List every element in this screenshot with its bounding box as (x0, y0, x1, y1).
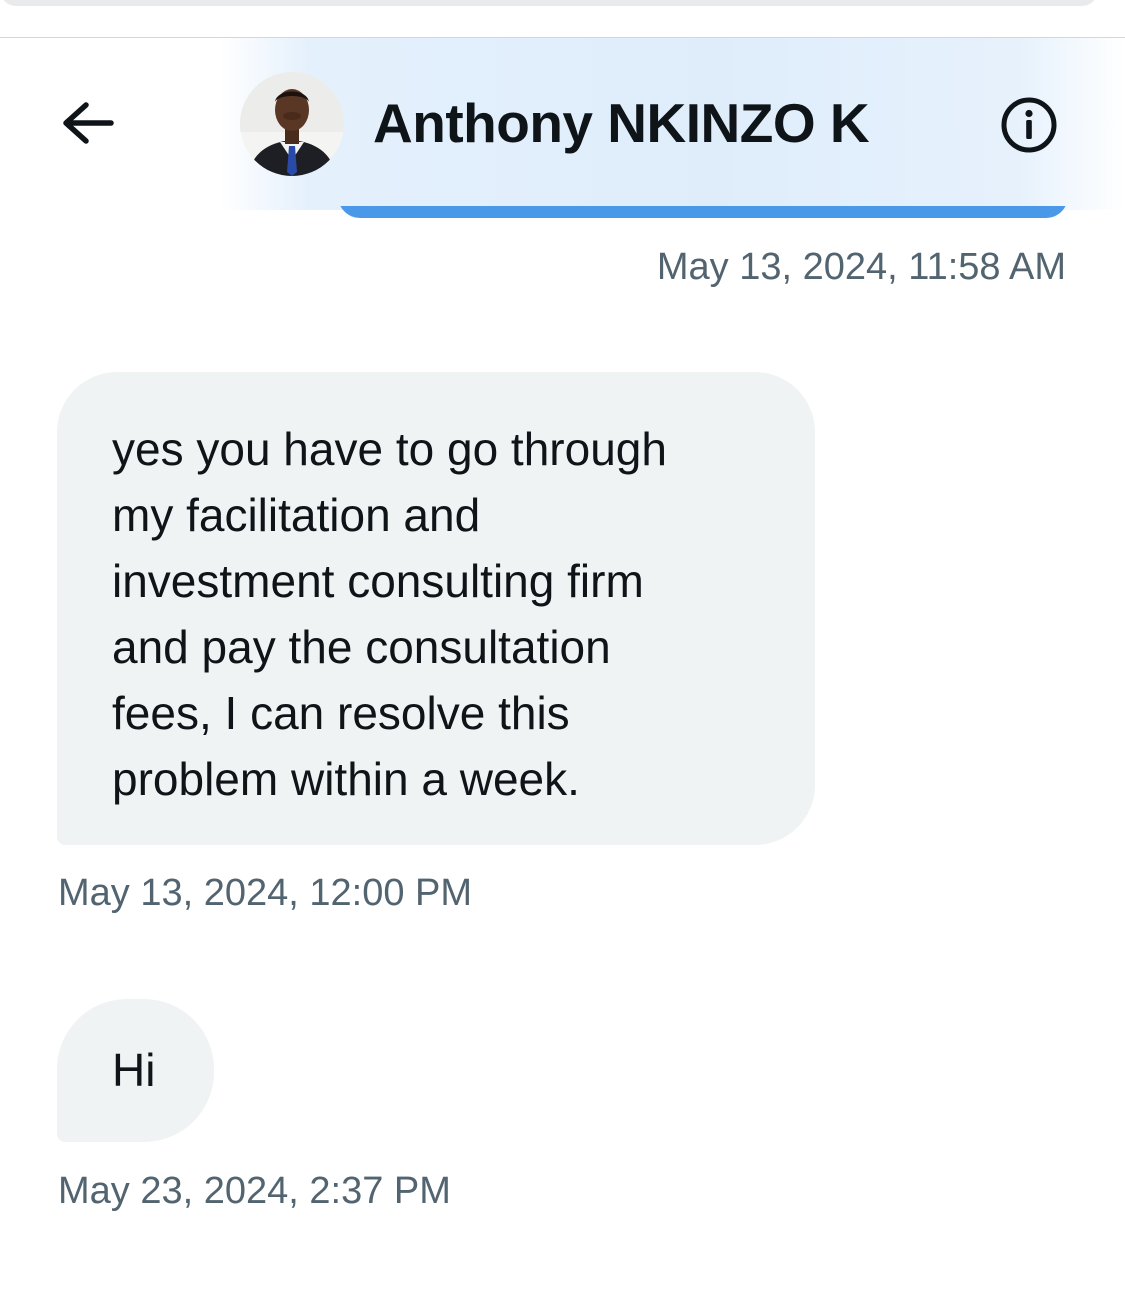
profile-photo (240, 72, 344, 176)
browser-top-bar (0, 0, 1125, 38)
message-text-line: problem within a week. (112, 753, 580, 805)
conversation-info-button[interactable] (998, 94, 1060, 156)
address-bar-edge (0, 0, 1098, 6)
received-message-bubble[interactable]: Hi (57, 999, 214, 1142)
message-timestamp: May 13, 2024, 12:00 PM (58, 872, 473, 914)
contact-name[interactable]: Anthony NKINZO K (373, 88, 885, 158)
avatar[interactable] (240, 72, 344, 176)
back-button[interactable] (58, 100, 118, 146)
message-text-line: and pay the consultation (112, 621, 611, 673)
message-text-line: yes you have to go through (112, 423, 667, 475)
conversation-header: Anthony NKINZO K (0, 38, 1125, 210)
message-text-line: fees, I can resolve this (112, 687, 570, 739)
message-text-line: investment consulting firm (112, 555, 644, 607)
message-timestamp: May 13, 2024, 11:58 AM (656, 246, 1066, 288)
received-message-bubble[interactable]: yes you have to go through my facilitati… (57, 372, 815, 845)
dm-conversation-screen: Anthony NKINZO K May 13, 2024, 11:58 AM … (0, 0, 1125, 1296)
arrow-left-icon (63, 102, 114, 144)
info-circle-icon (1001, 97, 1057, 153)
message-text-line: Hi (112, 1044, 156, 1096)
message-timestamp: May 23, 2024, 2:37 PM (58, 1170, 451, 1212)
message-text-line: my facilitation and (112, 489, 481, 541)
